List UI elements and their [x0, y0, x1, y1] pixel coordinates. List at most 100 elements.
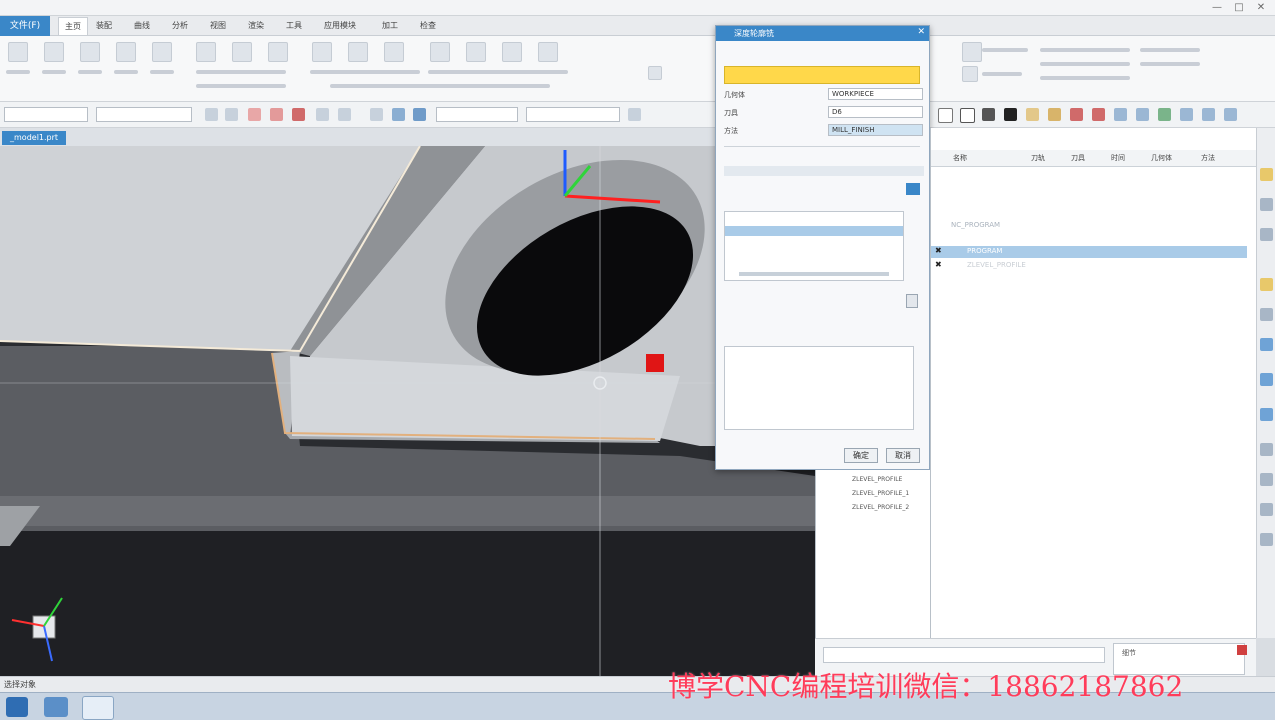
palette-icon[interactable] [1260, 373, 1273, 386]
snap-end-icon[interactable] [292, 108, 305, 121]
clip-icon[interactable] [1180, 108, 1193, 121]
section-bar[interactable] [724, 166, 924, 176]
layer-select[interactable] [526, 107, 620, 122]
select-icon[interactable] [205, 108, 218, 121]
section-icon[interactable] [1026, 108, 1039, 121]
table-row[interactable]: ✖ ZLEVEL_PROFILE [931, 260, 1247, 272]
replay-path-icon[interactable] [232, 42, 252, 62]
table-row[interactable]: NC_PROGRAM [931, 220, 1247, 232]
measure-icon[interactable] [1158, 108, 1171, 121]
list-item[interactable]: ZLEVEL_PROFILE_1 [852, 490, 909, 497]
settings-icon[interactable] [648, 66, 662, 80]
more-icon[interactable] [628, 108, 641, 121]
tab-render[interactable]: 渲染 [248, 20, 264, 31]
tab-analysis[interactable]: 分析 [172, 20, 188, 31]
column-tool[interactable]: 刀具 [1071, 153, 1085, 163]
add-icon[interactable] [906, 183, 920, 195]
tab-tools[interactable]: 工具 [286, 20, 302, 31]
rotate-icon[interactable] [1092, 108, 1105, 121]
tab-view[interactable]: 视图 [210, 20, 226, 31]
snap-mid-icon[interactable] [316, 108, 329, 121]
section-header-highlight[interactable] [724, 66, 920, 84]
minimize-icon[interactable]: — [1210, 1, 1224, 15]
hidden-icon[interactable] [1004, 108, 1017, 121]
create-operation-icon[interactable] [152, 42, 172, 62]
list-item[interactable]: ZLEVEL_PROFILE [852, 476, 902, 483]
display-icon[interactable] [962, 66, 978, 82]
geometry-select[interactable]: WORKPIECE [828, 88, 923, 100]
tool-view-icon[interactable] [502, 42, 522, 62]
layer-icon[interactable] [370, 108, 383, 121]
start-icon[interactable] [6, 697, 28, 717]
visualization-icon[interactable] [1260, 473, 1273, 486]
tools-icon[interactable] [1260, 503, 1273, 516]
explorer-icon[interactable] [44, 697, 68, 717]
nx-taskbar-icon[interactable] [82, 696, 114, 720]
view-select[interactable] [436, 107, 518, 122]
machine-icon[interactable] [1260, 198, 1273, 211]
fit-icon[interactable] [1048, 108, 1061, 121]
scope-select[interactable] [96, 107, 192, 122]
pan-icon[interactable] [1114, 108, 1127, 121]
ok-button[interactable]: 确定 [844, 448, 878, 463]
feature-icon[interactable] [384, 42, 404, 62]
snap-icon[interactable] [248, 108, 261, 121]
tab-curve[interactable]: 曲线 [134, 20, 150, 31]
tab-home[interactable]: 主页 [58, 17, 88, 35]
list-item[interactable]: ZLEVEL_PROFILE_2 [852, 504, 909, 511]
column-method[interactable]: 方法 [1201, 153, 1215, 163]
create-method-icon[interactable] [116, 42, 136, 62]
graphics-viewport[interactable] [0, 146, 815, 676]
filter-select[interactable] [4, 107, 88, 122]
render-style-icon[interactable] [413, 108, 426, 121]
shaded-icon[interactable] [982, 108, 995, 121]
create-program-icon[interactable] [8, 42, 28, 62]
range-list[interactable] [724, 211, 904, 281]
verify-path-icon[interactable] [268, 42, 288, 62]
part-icon[interactable] [1260, 228, 1273, 241]
wireframe-icon[interactable] [938, 108, 953, 123]
system-icon[interactable] [1260, 443, 1273, 456]
snap-center-icon[interactable] [338, 108, 351, 121]
program-view-icon[interactable] [538, 42, 558, 62]
method-select[interactable]: MILL_FINISH [828, 124, 923, 136]
create-tool-icon[interactable] [44, 42, 64, 62]
zoom-icon[interactable] [1070, 108, 1083, 121]
tab-manufacturing[interactable]: 加工 [382, 20, 398, 31]
post-process-icon[interactable] [312, 42, 332, 62]
method-view-icon[interactable] [466, 42, 486, 62]
cancel-button[interactable]: 取消 [886, 448, 920, 463]
tab-assembly[interactable]: 装配 [96, 20, 112, 31]
column-path[interactable]: 刀轨 [1031, 153, 1045, 163]
info-icon[interactable] [906, 294, 918, 308]
library-icon[interactable] [1260, 533, 1273, 546]
parameter-list[interactable] [724, 346, 914, 430]
history-icon[interactable] [1260, 308, 1273, 321]
view-orient-icon[interactable] [392, 108, 405, 121]
table-row-selected[interactable]: ✖ PROGRAM [931, 246, 1247, 258]
workpiece-icon[interactable] [962, 42, 982, 62]
tab-inspect[interactable]: 检查 [420, 20, 436, 31]
expand-icon[interactable] [1202, 108, 1215, 121]
close-details-icon[interactable] [1237, 645, 1247, 655]
column-geometry[interactable]: 几何体 [1151, 153, 1172, 163]
deselect-icon[interactable] [225, 108, 238, 121]
tab-application[interactable]: 应用模块 [324, 20, 356, 31]
web-icon[interactable] [1260, 338, 1273, 351]
navigator-icon[interactable] [1260, 168, 1273, 181]
details-field[interactable] [823, 647, 1105, 663]
create-geometry-icon[interactable] [80, 42, 100, 62]
generate-path-icon[interactable] [196, 42, 216, 62]
shop-doc-icon[interactable] [348, 42, 368, 62]
dialog-close-icon[interactable]: ✕ [917, 27, 925, 37]
snap-point-icon[interactable] [270, 108, 283, 121]
maximize-icon[interactable]: □ [1232, 1, 1246, 15]
collapse-icon[interactable] [1224, 108, 1237, 121]
shaded-edges-icon[interactable] [960, 108, 975, 123]
file-tab[interactable]: 文件(F) [0, 16, 50, 36]
reuse-icon[interactable] [1260, 278, 1273, 291]
geometry-view-icon[interactable] [430, 42, 450, 62]
column-name[interactable]: 名称 [953, 153, 967, 163]
roles-icon[interactable] [1260, 408, 1273, 421]
column-time[interactable]: 时间 [1111, 153, 1125, 163]
